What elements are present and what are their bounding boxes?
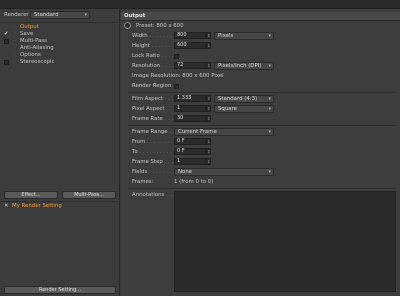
render-setting-label: My Render Setting (12, 203, 62, 209)
tree-item-stereoscopic[interactable]: · Stereoscopic (0, 59, 120, 66)
film-aspect-label: Film Aspect . . . . (132, 96, 177, 102)
renderer-label: Renderer (4, 12, 29, 18)
frame-rate-label: Frame Rate . . . . (132, 116, 177, 122)
width-unit-dropdown[interactable]: Pixels (214, 32, 274, 40)
tree-item-anti-aliasing[interactable]: · Anti-Aliasing (0, 45, 120, 52)
preset-label: Preset: 800 x 600 (136, 23, 184, 29)
height-label: Height . . . . . . . (132, 43, 174, 49)
film-aspect-field[interactable]: 1.333 (174, 95, 206, 102)
frame-step-stepper[interactable]: ⇕ (206, 158, 211, 165)
film-aspect-stepper[interactable]: ⇕ (206, 95, 211, 102)
fields-label: Fields . . . . . . . . (132, 169, 175, 175)
top-strip (0, 0, 400, 9)
check-icon[interactable]: ✔ (4, 31, 9, 38)
pixel-aspect-field[interactable]: 1 (174, 105, 206, 112)
output-header: Output (121, 12, 400, 21)
section-separator (128, 125, 396, 126)
pixel-aspect-stepper[interactable]: ⇕ (206, 105, 211, 112)
tree-line: · (14, 59, 16, 65)
fields-dropdown[interactable]: None (174, 168, 274, 176)
from-field[interactable]: 0 F (174, 138, 206, 145)
frame-rate-stepper[interactable]: ⇕ (206, 115, 211, 122)
from-stepper[interactable]: ⇕ (206, 138, 211, 145)
tree-item-label: Output (20, 24, 39, 30)
tree-separator (0, 22, 120, 23)
frame-rate-field[interactable]: 30 (174, 115, 206, 122)
render-region-checkbox[interactable] (174, 84, 179, 89)
frames-value: 1 (from 0 to 0) (174, 179, 214, 185)
tree-line: · (14, 24, 16, 30)
to-stepper[interactable]: ⇕ (206, 148, 211, 155)
render-setting-button[interactable]: Render Setting... (4, 286, 116, 294)
resolution-unit-dropdown[interactable]: Pixels/Inch (DPI) (214, 62, 274, 70)
height-stepper[interactable]: ⇕ (206, 42, 211, 49)
tree-item-label: Save (20, 31, 34, 37)
lock-ratio-label: Lock Ratio . . . . (132, 53, 174, 59)
tree-line: · (14, 38, 16, 44)
tree-item-multipass[interactable]: · Multi-Pass (0, 38, 120, 45)
render-setting-item[interactable]: ✕ My Render Setting (0, 203, 120, 210)
film-aspect-dropdown[interactable]: Standard (4:3) (214, 95, 274, 103)
tree-item-label: Multi-Pass (20, 38, 48, 44)
width-label: Width . . . . . . . (132, 33, 172, 39)
width-stepper[interactable]: ⇕ (206, 32, 211, 39)
preset-icon[interactable] (124, 22, 131, 29)
multipass-button[interactable]: Multi-Pass... (62, 191, 116, 199)
list-separator (0, 201, 120, 202)
section-separator (128, 188, 396, 189)
to-label: To . . . . . . . . . . (132, 149, 172, 155)
frame-step-label: Frame Step . . . . (132, 159, 177, 165)
active-mark-icon[interactable]: ✕ (4, 203, 9, 210)
resolution-field[interactable]: 72 (174, 62, 206, 69)
tree-item-options[interactable]: · Options (0, 52, 120, 59)
renderer-dropdown[interactable]: Standard (30, 11, 90, 19)
pixel-aspect-dropdown[interactable]: Square (214, 105, 274, 113)
to-field[interactable]: 0 F (174, 148, 206, 155)
render-region-label: Render Region . . (132, 83, 178, 89)
image-resolution-text: Image Resolution: 800 x 600 Pixel (132, 73, 224, 79)
lock-ratio-checkbox[interactable] (174, 54, 179, 59)
width-field[interactable]: 800 (174, 32, 206, 39)
frames-label: Frames: (132, 179, 154, 185)
section-separator (128, 92, 396, 93)
frame-range-label: Frame Range . . . (132, 129, 178, 135)
pixel-aspect-label: Pixel Aspect . . . . (132, 106, 179, 112)
effect-button[interactable]: Effect... (4, 191, 58, 199)
renderer-value: Standard (34, 12, 59, 18)
tree-line: · (14, 52, 16, 58)
tree-item-output[interactable]: · Output (0, 24, 120, 31)
tree-line: · (14, 45, 16, 51)
tree-item-label: Stereoscopic (20, 59, 55, 65)
annotations-textarea[interactable] (174, 191, 396, 292)
stereoscopic-checkbox[interactable] (4, 60, 9, 65)
tree-line: · (14, 31, 16, 37)
frame-range-dropdown[interactable]: Current Frame (174, 128, 274, 136)
tree-item-label: Anti-Aliasing (20, 45, 54, 51)
from-label: From . . . . . . . . (132, 139, 173, 145)
settings-tree: · Output ✔ · Save · Multi-Pass · Anti-Al… (0, 24, 120, 66)
multipass-checkbox[interactable] (4, 39, 9, 44)
tree-item-label: Options (20, 52, 41, 58)
height-field[interactable]: 600 (174, 42, 206, 49)
resolution-label: Resolution . . . . (132, 63, 174, 69)
resolution-stepper[interactable]: ⇕ (206, 62, 211, 69)
frame-step-field[interactable]: 1 (174, 158, 206, 165)
tree-item-save[interactable]: ✔ · Save (0, 31, 120, 38)
